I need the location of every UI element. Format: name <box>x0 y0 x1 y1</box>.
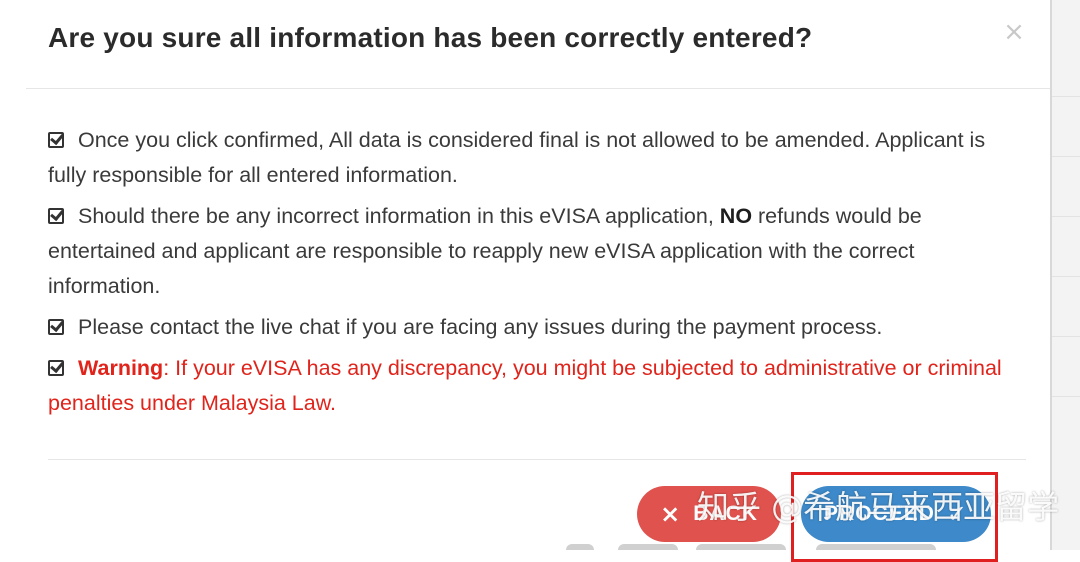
warning-text: : If your eVISA has any discrepancy, you… <box>48 356 1002 415</box>
background-divider <box>1052 216 1080 217</box>
clipped-icon <box>566 544 594 550</box>
background-divider <box>1052 396 1080 397</box>
confirmation-dialog: Are you sure all information has been co… <box>0 0 1050 562</box>
checkbox-checked-icon <box>48 360 64 376</box>
warning-label: Warning <box>78 356 164 380</box>
item-text: Once you click confirmed, All data is co… <box>48 128 986 187</box>
proceed-button[interactable]: PROCEED ✓ <box>801 486 991 542</box>
background-divider <box>1052 336 1080 337</box>
proceed-button-label: PROCEED <box>824 502 935 525</box>
clipped-content-row <box>566 542 1036 550</box>
background-divider <box>1052 156 1080 157</box>
back-button-label: BACK <box>693 502 758 525</box>
checkbox-checked-icon <box>48 319 64 335</box>
dialog-body: Once you click confirmed, All data is co… <box>48 123 1008 427</box>
background-divider <box>1052 96 1080 97</box>
back-button[interactable]: × BACK <box>637 486 781 542</box>
footer-divider <box>48 459 1026 460</box>
item-text: Please contact the live chat if you are … <box>78 315 883 339</box>
list-item: Please contact the live chat if you are … <box>48 310 1008 345</box>
item-emphasis: NO <box>719 204 753 228</box>
close-icon: × <box>660 500 682 528</box>
item-text: Should there be any incorrect informatio… <box>78 204 720 228</box>
clipped-text <box>696 544 786 550</box>
clipped-text <box>816 544 936 550</box>
checkbox-checked-icon <box>48 132 64 148</box>
check-icon: ✓ <box>946 500 968 528</box>
warning-item: Warning: If your eVISA has any discrepan… <box>48 351 1008 421</box>
background-page-edge <box>1050 0 1080 550</box>
list-item: Once you click confirmed, All data is co… <box>48 123 1008 193</box>
close-icon[interactable]: × <box>1000 18 1028 46</box>
checkbox-checked-icon <box>48 208 64 224</box>
header-divider <box>26 88 1050 89</box>
dialog-title: Are you sure all information has been co… <box>48 22 813 53</box>
background-divider <box>1052 276 1080 277</box>
clipped-text <box>618 544 678 550</box>
list-item: Should there be any incorrect informatio… <box>48 199 1008 304</box>
